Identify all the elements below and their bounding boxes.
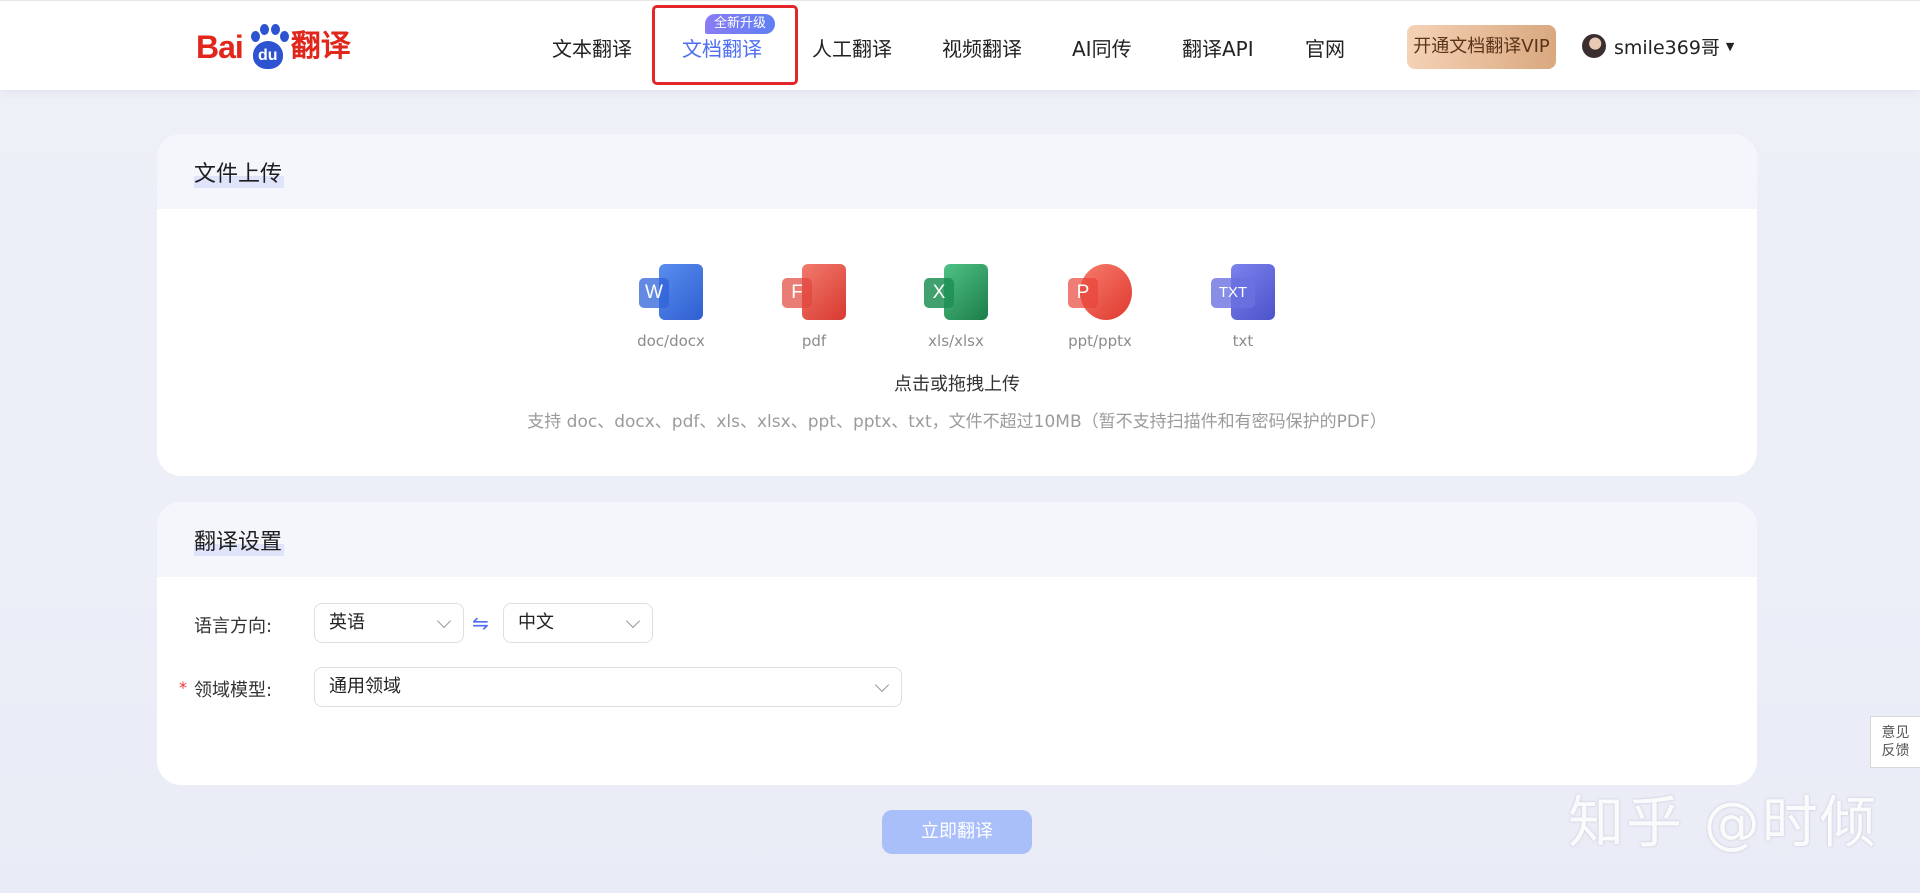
required-asterisk: * [179, 678, 187, 697]
txt-icon: TXT [1211, 264, 1275, 322]
nav-translate-api[interactable]: 翻译API [1182, 33, 1254, 62]
baidu-translate-logo[interactable]: Bai du 翻译 [196, 23, 351, 71]
file-type-label: pdf [801, 332, 827, 350]
file-type-label: doc/docx [637, 332, 705, 350]
target-language-select[interactable]: 中文 [503, 603, 653, 643]
file-type-doc: W doc/docx [626, 264, 716, 350]
target-language-value: 中文 [518, 612, 554, 633]
file-type-pdf: F pdf [769, 264, 859, 350]
excel-glyph: X [924, 278, 954, 308]
file-type-label: ppt/pptx [1068, 332, 1132, 350]
word-glyph: W [639, 278, 669, 308]
nav-video-translate[interactable]: 视频翻译 [942, 33, 1022, 62]
chevron-down-icon [436, 613, 452, 629]
nav-official-site[interactable]: 官网 [1305, 33, 1345, 62]
chevron-down-icon [874, 677, 890, 693]
chevron-down-icon [625, 613, 641, 629]
source-language-select[interactable]: 英语 [314, 603, 464, 643]
pdf-icon: F [782, 264, 846, 322]
language-direction-row: 语言方向: 英语 ⇋ 中文 [157, 603, 1757, 643]
logo-paw-text: du [252, 41, 283, 69]
avatar [1582, 34, 1606, 58]
new-upgrade-badge: 全新升级 [705, 14, 776, 34]
paw-icon: du [245, 23, 289, 71]
word-icon: W [639, 264, 703, 322]
logo-text-left: Bai [196, 29, 244, 65]
upload-action-text[interactable]: 点击或拖拽上传 [157, 370, 1757, 396]
logo-text-right: 翻译 [290, 30, 351, 63]
feedback-line2: 反馈 [1881, 743, 1910, 759]
translation-settings-card: 翻译设置 语言方向: 英语 ⇋ 中文 * 领域模型: 通用领域 [157, 502, 1757, 785]
language-direction-label: 语言方向: [194, 616, 273, 637]
nav-document-translate[interactable]: 文档翻译 [682, 33, 762, 62]
powerpoint-glyph: P [1068, 278, 1098, 308]
top-navigation-bar: Bai du 翻译 文本翻译 全新升级 文档翻译 人工翻译 视频翻译 AI同传 … [0, 0, 1920, 90]
excel-icon: X [924, 264, 988, 322]
watermark: 知乎 @时倾 [1568, 791, 1878, 856]
translate-now-button[interactable]: 立即翻译 [882, 810, 1032, 854]
domain-model-select[interactable]: 通用领域 [314, 667, 902, 707]
username: smile369哥 [1614, 36, 1720, 59]
file-upload-card[interactable]: 文件上传 W doc/docx F pdf X xls/xlsx P ppt/p… [157, 134, 1757, 476]
card-header: 翻译设置 [157, 502, 1757, 577]
pdf-glyph: F [782, 278, 812, 308]
file-type-label: xls/xlsx [928, 332, 984, 350]
card-header: 文件上传 [157, 134, 1757, 209]
file-type-list: W doc/docx F pdf X xls/xlsx P ppt/pptx T… [157, 264, 1757, 354]
nav-text-translate[interactable]: 文本翻译 [552, 33, 632, 62]
swap-languages-icon[interactable]: ⇋ [472, 611, 489, 635]
feedback-button[interactable]: 意见 反馈 [1870, 716, 1920, 768]
upload-section-title: 文件上传 [194, 155, 285, 188]
nav-ai-interpretation[interactable]: AI同传 [1072, 33, 1132, 62]
powerpoint-icon: P [1068, 264, 1132, 322]
user-menu[interactable]: smile369哥 ▼ [1582, 33, 1734, 59]
domain-model-row: * 领域模型: 通用领域 [157, 667, 1757, 707]
nav-human-translate[interactable]: 人工翻译 [812, 33, 892, 62]
feedback-line1: 意见 [1881, 725, 1910, 741]
domain-model-label: 领域模型: [194, 680, 273, 701]
upload-hint: 支持 doc、docx、pdf、xls、xlsx、ppt、pptx、txt，文件… [527, 412, 1387, 432]
file-type-txt: TXT txt [1198, 264, 1288, 350]
txt-glyph: TXT [1211, 278, 1255, 308]
domain-model-value: 通用领域 [329, 676, 401, 697]
file-type-ppt: P ppt/pptx [1055, 264, 1145, 350]
file-type-label: txt [1232, 332, 1254, 350]
caret-down-icon: ▼ [1725, 39, 1735, 53]
open-vip-button[interactable]: 开通文档翻译VIP [1407, 25, 1556, 69]
settings-section-title: 翻译设置 [194, 523, 285, 556]
file-type-xls: X xls/xlsx [911, 264, 1001, 350]
source-language-value: 英语 [329, 612, 365, 633]
